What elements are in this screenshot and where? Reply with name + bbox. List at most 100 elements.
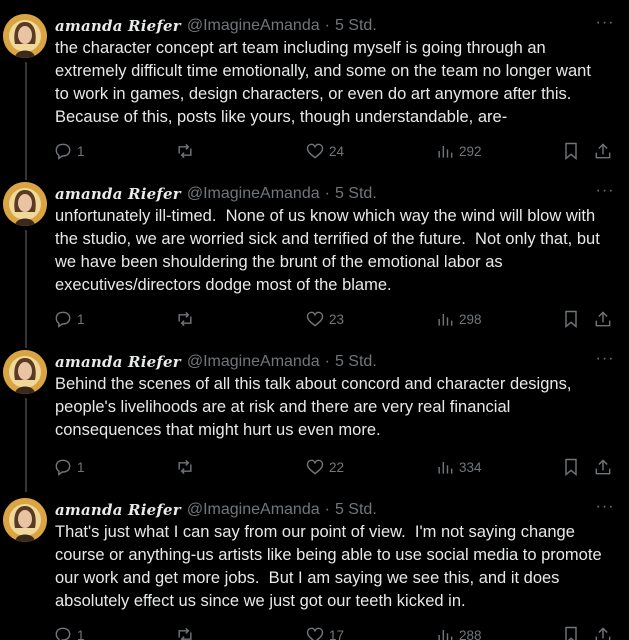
repost-button[interactable]	[175, 624, 195, 640]
like-count: 24	[329, 143, 345, 159]
views-icon	[438, 146, 453, 158]
tweet-text: Behind the scenes of all this talk about…	[55, 375, 572, 439]
share-icon	[595, 459, 611, 475]
tweet-header: amanda Riefer @ImagineAmanda · 5 Std.	[55, 500, 377, 520]
like-count: 22	[329, 459, 345, 475]
author-name[interactable]: amanda Riefer	[55, 353, 181, 371]
like-count: 17	[329, 627, 345, 640]
views-icon	[438, 462, 453, 474]
bookmark-icon	[565, 310, 577, 329]
reply-count: 1	[77, 459, 85, 475]
share-icon	[595, 143, 611, 159]
repost-icon	[178, 311, 192, 327]
views-count: 334	[459, 459, 482, 475]
share-button[interactable]	[593, 456, 613, 478]
action-bar: 1 17 288	[53, 624, 623, 640]
reply-icon	[55, 311, 71, 328]
views-icon	[438, 630, 453, 640]
author-name[interactable]: amanda Riefer	[55, 185, 181, 203]
like-icon	[306, 311, 324, 327]
more-icon[interactable]: ···	[595, 15, 615, 32]
author-name[interactable]: amanda Riefer	[55, 17, 181, 35]
action-bar: 1 24 292	[53, 140, 623, 162]
bookmark-icon	[565, 626, 577, 640]
avatar[interactable]	[3, 182, 47, 226]
thread-connector	[25, 62, 27, 180]
views-count: 298	[459, 311, 482, 327]
separator: ·	[324, 501, 330, 518]
timestamp[interactable]: 5 Std.	[335, 353, 377, 371]
avatar-image	[3, 350, 47, 394]
share-icon	[595, 311, 611, 327]
separator: ·	[324, 353, 330, 370]
more-icon[interactable]: ···	[595, 499, 615, 516]
views-count: 292	[459, 143, 482, 159]
bookmark-button[interactable]	[561, 308, 581, 330]
repost-icon	[178, 143, 192, 159]
separator: ·	[324, 185, 330, 202]
timestamp[interactable]: 5 Std.	[335, 185, 377, 203]
views-button[interactable]: 298	[435, 308, 482, 330]
like-icon	[306, 459, 324, 475]
like-button[interactable]: 17	[305, 624, 344, 640]
bookmark-button[interactable]	[561, 456, 581, 478]
repost-icon	[178, 627, 192, 640]
reply-button[interactable]: 1	[53, 308, 85, 330]
reply-icon	[55, 627, 71, 640]
thread-connector	[25, 230, 27, 348]
repost-icon	[178, 459, 192, 475]
reply-button[interactable]: 1	[53, 624, 85, 640]
views-button[interactable]: 292	[435, 140, 482, 162]
avatar[interactable]	[3, 14, 47, 58]
timestamp[interactable]: 5 Std.	[335, 501, 377, 519]
tweet-text: unfortunately ill-timed. None of us know…	[55, 207, 600, 294]
reply-icon	[55, 143, 71, 160]
repost-button[interactable]	[175, 308, 195, 330]
author-handle[interactable]: @ImagineAmanda	[187, 17, 320, 35]
bookmark-button[interactable]	[561, 624, 581, 640]
bookmark-icon	[565, 142, 577, 161]
like-icon	[306, 627, 324, 640]
avatar-image	[3, 14, 47, 58]
avatar[interactable]	[3, 350, 47, 394]
author-handle[interactable]: @ImagineAmanda	[187, 353, 320, 371]
views-count: 288	[459, 627, 482, 640]
like-button[interactable]: 24	[305, 140, 344, 162]
share-button[interactable]	[593, 140, 613, 162]
reply-icon	[55, 459, 71, 476]
action-bar: 1 23 298	[53, 308, 623, 330]
more-icon[interactable]: ···	[595, 351, 615, 368]
tweet-text: That's just what I can say from our poin…	[55, 523, 602, 610]
repost-button[interactable]	[175, 456, 195, 478]
more-icon[interactable]: ···	[595, 183, 615, 200]
reply-button[interactable]: 1	[53, 456, 85, 478]
avatar-image	[3, 182, 47, 226]
share-icon	[595, 627, 611, 640]
bookmark-icon	[565, 458, 577, 477]
reply-count: 1	[77, 627, 85, 640]
repost-button[interactable]	[175, 140, 195, 162]
share-button[interactable]	[593, 308, 613, 330]
like-button[interactable]: 23	[305, 308, 344, 330]
separator: ·	[324, 17, 330, 34]
like-icon	[306, 143, 324, 159]
thread-connector	[25, 398, 27, 492]
author-handle[interactable]: @ImagineAmanda	[187, 185, 320, 203]
views-button[interactable]: 334	[435, 456, 482, 478]
like-count: 23	[329, 311, 345, 327]
tweet-header: amanda Riefer @ImagineAmanda · 5 Std.	[55, 16, 377, 36]
share-button[interactable]	[593, 624, 613, 640]
reply-button[interactable]: 1	[53, 140, 85, 162]
timestamp[interactable]: 5 Std.	[335, 17, 377, 35]
author-name[interactable]: amanda Riefer	[55, 501, 181, 519]
like-button[interactable]: 22	[305, 456, 344, 478]
reply-count: 1	[77, 311, 85, 327]
tweet-header: amanda Riefer @ImagineAmanda · 5 Std.	[55, 352, 377, 372]
views-button[interactable]: 288	[435, 624, 482, 640]
tweet-header: amanda Riefer @ImagineAmanda · 5 Std.	[55, 184, 377, 204]
reply-count: 1	[77, 143, 85, 159]
author-handle[interactable]: @ImagineAmanda	[187, 501, 320, 519]
avatar-image	[3, 498, 47, 542]
avatar[interactable]	[3, 498, 47, 542]
bookmark-button[interactable]	[561, 140, 581, 162]
